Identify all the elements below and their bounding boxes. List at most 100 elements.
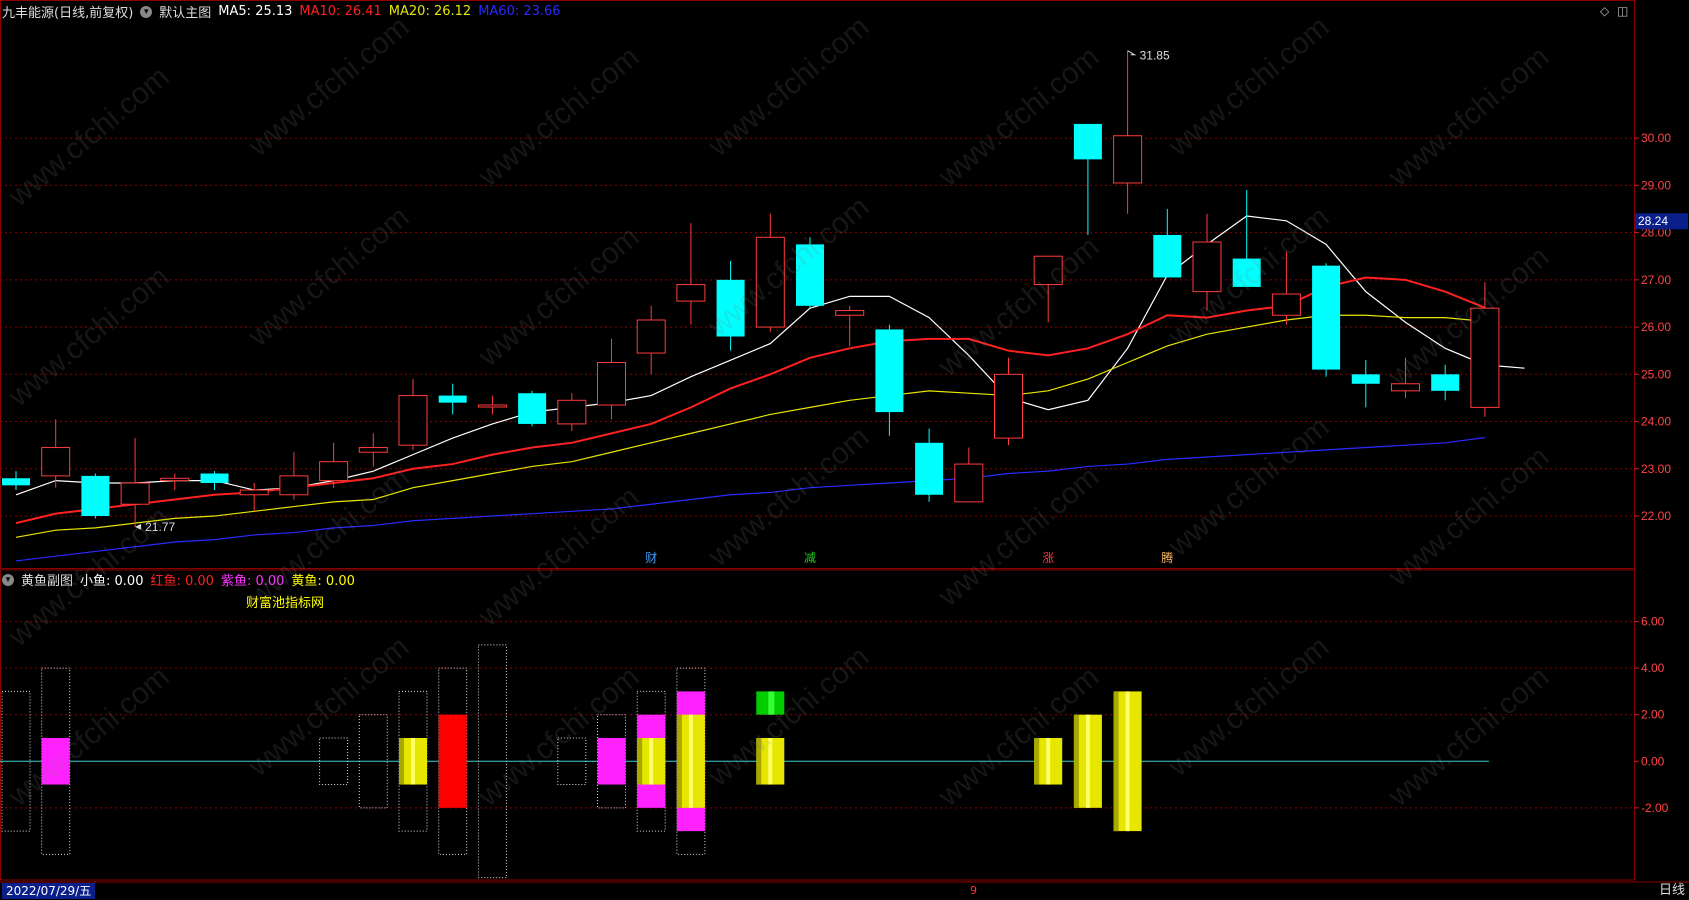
- fish-bar-yellow: [1113, 691, 1142, 832]
- candle-body: [2, 478, 30, 486]
- candle-body: [160, 477, 190, 482]
- y-tick-label: 22.00: [1641, 509, 1671, 523]
- y-tick-label: 24.00: [1641, 415, 1671, 429]
- fish-bar-highlight: [411, 737, 415, 785]
- candle: [358, 433, 388, 467]
- candle: [398, 379, 428, 450]
- candle: [1391, 357, 1420, 398]
- candle: [636, 305, 666, 375]
- fish-bar-highlight: [649, 737, 654, 785]
- event-marker: 腾: [1161, 550, 1173, 565]
- sub-chart-header: ▾ 黄鱼副图 小鱼: 0.00 红鱼: 0.00 紫鱼: 0.00 黄鱼: 0.…: [2, 570, 355, 589]
- fish-bar-yellow: [676, 714, 705, 808]
- y-tick-label: 23.00: [1641, 462, 1671, 476]
- candle-body: [120, 482, 150, 505]
- fish-bar-shade: [637, 737, 643, 785]
- chart-canvas[interactable]: 22.0023.0024.0025.0026.0027.0028.0029.00…: [0, 0, 1689, 900]
- fish-bar-highlight: [1085, 714, 1090, 808]
- candle: [120, 438, 150, 527]
- candle-body: [1431, 374, 1460, 391]
- fish-bar-highlight: [768, 737, 773, 785]
- main-chart-name[interactable]: 默认主图: [159, 2, 211, 21]
- fish-bar-fill: [597, 737, 626, 785]
- stock-name[interactable]: 九丰能源(日线,前复权): [2, 2, 133, 21]
- candle-body: [1351, 374, 1380, 384]
- candle: [477, 395, 507, 415]
- red-fish-label: 红鱼: 0.00: [150, 574, 214, 589]
- candle-body: [1470, 307, 1500, 408]
- candle-body: [398, 395, 428, 446]
- candle: [2, 471, 30, 491]
- candle: [835, 305, 865, 346]
- purple-fish-label: 紫鱼: 0.00: [220, 574, 285, 589]
- sub-chart-caption: 财富池指标网: [246, 596, 325, 611]
- candle: [1113, 50, 1143, 214]
- sub-chart-name[interactable]: 黄鱼副图: [21, 570, 73, 589]
- fish-bar-fill: [41, 737, 70, 785]
- candle-body: [796, 244, 824, 306]
- ma-line-ma20: [15, 314, 1485, 538]
- ma-line-ma60: [15, 437, 1485, 562]
- y-tick-label: 4.00: [1641, 661, 1665, 675]
- candle: [41, 419, 71, 488]
- candle: [716, 260, 745, 351]
- high-price-label: 31.85: [1140, 49, 1170, 63]
- ma10-label: MA10: 26.41: [299, 4, 382, 19]
- candle: [1351, 360, 1380, 408]
- ma60-label: MA60: 23.66: [478, 4, 561, 19]
- y-tick-label: 2.00: [1641, 708, 1665, 722]
- restore-icon[interactable]: ◫: [1617, 4, 1628, 18]
- fish-bar-highlight: [688, 714, 693, 808]
- candle: [1073, 123, 1102, 235]
- last-price-label: 28.24: [1638, 214, 1668, 228]
- candle-body: [518, 393, 547, 424]
- candle-body: [1232, 258, 1261, 287]
- fish-bar-shade: [1113, 691, 1119, 832]
- candle: [875, 324, 904, 436]
- candle: [994, 357, 1023, 446]
- candle-body: [915, 442, 944, 495]
- fish-bar-fill: [438, 714, 467, 808]
- diamond-icon[interactable]: ◇: [1600, 4, 1609, 18]
- dropdown-icon[interactable]: ▾: [140, 5, 153, 18]
- candle: [1312, 263, 1341, 377]
- candle-body: [358, 447, 388, 453]
- event-marker: 涨: [1042, 550, 1054, 565]
- candle: [1153, 208, 1182, 278]
- candle: [1470, 282, 1500, 417]
- candle-body: [81, 475, 110, 517]
- candle: [1232, 190, 1261, 287]
- fish-bar-yellow: [1073, 714, 1102, 808]
- candle-body: [954, 463, 984, 503]
- candle: [915, 428, 944, 502]
- y-tick-label: 29.00: [1641, 178, 1671, 192]
- candle: [755, 213, 785, 332]
- candle-body: [636, 319, 666, 354]
- y-tick-label: 6.00: [1641, 615, 1665, 629]
- cursor-date-label: 2022/07/29/五: [2, 883, 96, 899]
- candle-body: [1192, 241, 1222, 293]
- candle: [954, 447, 984, 503]
- candle-body: [597, 362, 626, 406]
- candle: [676, 223, 706, 325]
- period-label[interactable]: 日线: [1659, 883, 1685, 899]
- small-fish-label: 小鱼: 0.00: [80, 574, 144, 589]
- candle-body: [200, 473, 229, 483]
- event-marker: 财: [645, 551, 657, 565]
- candle: [438, 383, 467, 415]
- ma5-label: MA5: 25.13: [218, 4, 293, 19]
- fish-bar-shade: [399, 737, 404, 785]
- high-marker-arrow: [1127, 50, 1137, 56]
- fish-bar-red: [438, 714, 467, 808]
- candle-body: [755, 236, 785, 328]
- fish-bar-highlight: [1125, 691, 1130, 832]
- candle-body: [835, 310, 865, 316]
- y-tick-label: 27.00: [1641, 273, 1671, 287]
- fish-bar-yellow: [1034, 737, 1063, 785]
- candle-body: [875, 329, 904, 413]
- fish-bar-purple: [41, 737, 70, 785]
- low-marker-arrow: [135, 523, 142, 530]
- fish-bar-shade: [676, 714, 682, 808]
- candle-body: [438, 395, 467, 403]
- dropdown-icon[interactable]: ▾: [2, 573, 14, 586]
